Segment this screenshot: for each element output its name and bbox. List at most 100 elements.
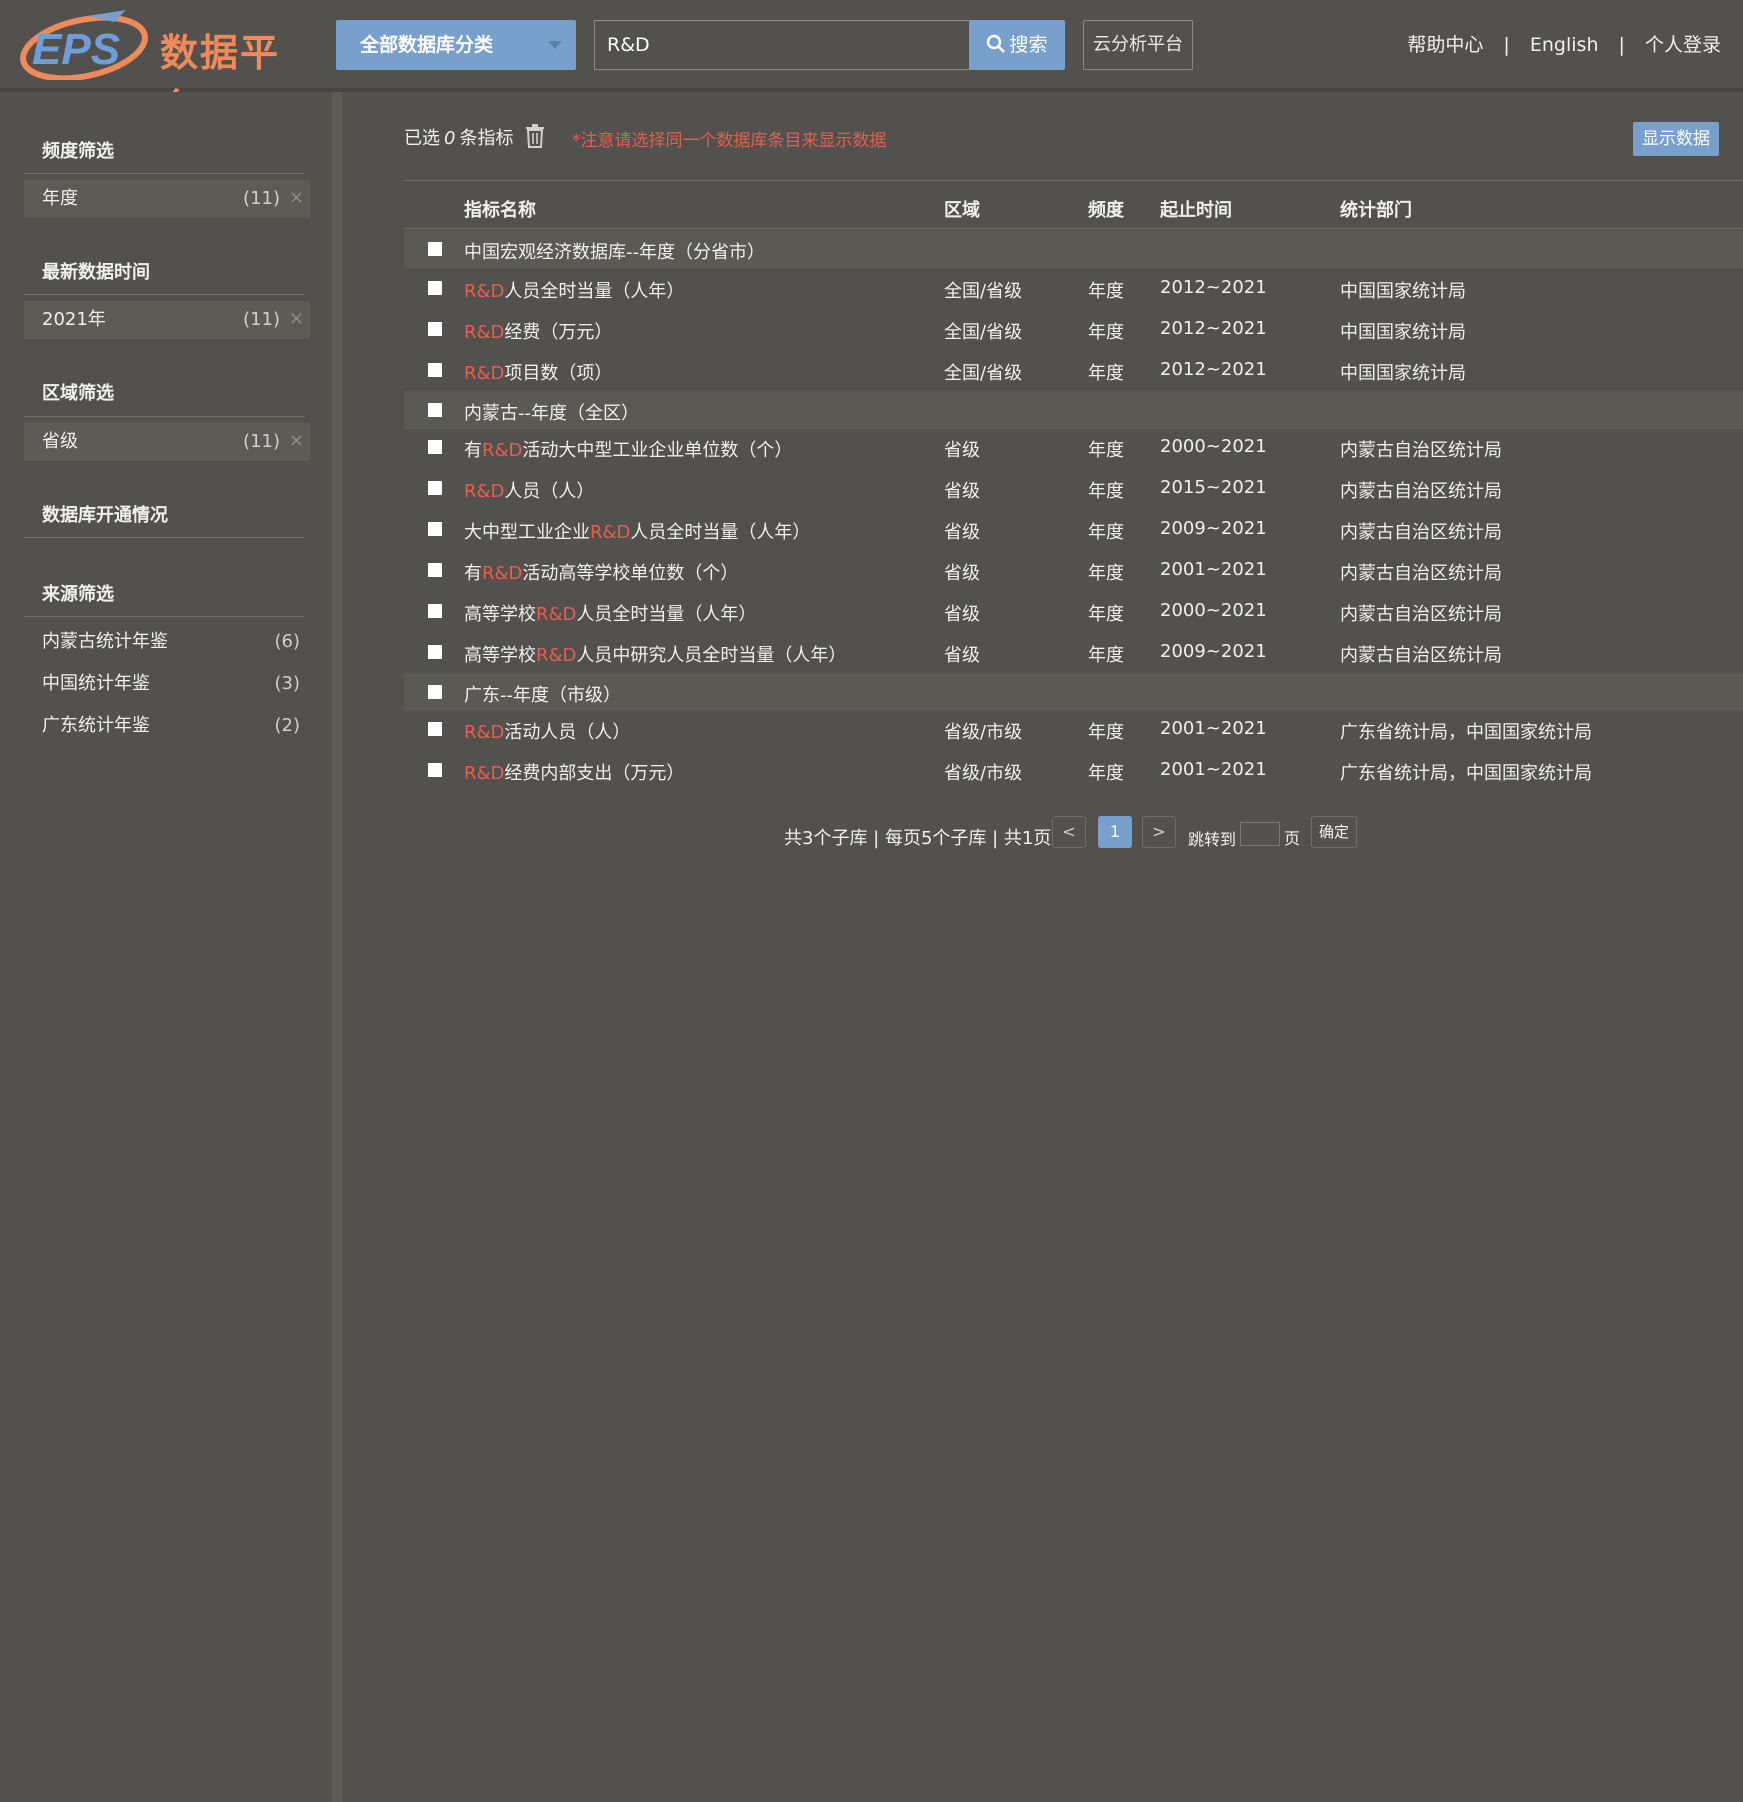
top-links: 帮助中心 | English | 个人登录 <box>1407 30 1721 57</box>
jump-confirm-button[interactable]: 确定 <box>1311 816 1357 848</box>
divider <box>24 616 304 617</box>
current-page-button[interactable]: 1 <box>1098 816 1132 848</box>
divider <box>24 537 304 538</box>
row-checkbox[interactable] <box>428 522 442 536</box>
search-highlight: R&D <box>482 440 523 461</box>
row-checkbox[interactable] <box>428 322 442 336</box>
indicator-name[interactable]: 高等学校R&D人员全时当量（人年） <box>464 600 756 626</box>
source-label: 内蒙古统计年鉴 <box>42 631 168 652</box>
period-cell: 2012~2021 <box>1160 277 1267 298</box>
region-cell: 省级 <box>944 481 980 502</box>
table-row[interactable]: 大中型工业企业R&D人员全时当量（人年） 省级 年度 2009~2021 内蒙古自治区统… <box>404 509 1743 549</box>
show-data-button[interactable]: 显示数据 <box>1633 122 1719 156</box>
source-item[interactable]: 内蒙古统计年鉴 (6) <box>42 624 300 660</box>
column-header-region: 区域 <box>944 200 980 221</box>
table-row[interactable]: R&D经费（万元） 全国/省级 年度 2012~2021 中国国家统计局 <box>404 309 1743 349</box>
close-icon[interactable]: × <box>289 301 304 337</box>
latest-time-title: 最新数据时间 <box>42 262 150 283</box>
search-highlight: R&D <box>482 563 523 584</box>
indicator-name[interactable]: R&D人员（人） <box>464 477 594 503</box>
search-button[interactable]: 搜索 <box>969 20 1065 70</box>
group-row[interactable]: 中国宏观经济数据库--年度（分省市） <box>404 230 1743 268</box>
row-checkbox[interactable] <box>428 645 442 659</box>
page-jump-input[interactable] <box>1240 822 1280 846</box>
close-icon[interactable]: × <box>289 180 304 216</box>
selected-prefix: 已选 <box>404 128 440 149</box>
column-header-name: 指标名称 <box>464 200 536 221</box>
jump-label: 跳转到 <box>1188 830 1237 849</box>
divider <box>404 228 1743 229</box>
category-dropdown[interactable]: 全部数据库分类 <box>336 20 576 70</box>
table-row[interactable]: 高等学校R&D人员全时当量（人年） 省级 年度 2000~2021 内蒙古自治区统计局 <box>404 591 1743 631</box>
search-input[interactable]: R&D <box>594 20 970 70</box>
group-checkbox[interactable] <box>428 403 442 417</box>
row-checkbox[interactable] <box>428 481 442 495</box>
row-checkbox[interactable] <box>428 722 442 736</box>
database-access-title[interactable]: 数据库开通情况 <box>42 501 168 527</box>
pagination-summary: 共3个子库 | 每页5个子库 | 共1页 <box>784 828 1052 849</box>
trash-icon[interactable] <box>525 124 545 148</box>
sidebar-divider <box>332 92 342 1802</box>
source-item[interactable]: 中国统计年鉴 (3) <box>42 666 300 702</box>
row-checkbox[interactable] <box>428 440 442 454</box>
search-highlight: R&D <box>464 281 505 302</box>
period-cell: 2001~2021 <box>1160 759 1267 780</box>
help-center-link[interactable]: 帮助中心 <box>1407 30 1483 57</box>
row-checkbox[interactable] <box>428 563 442 577</box>
search-button-label: 搜索 <box>1009 34 1048 56</box>
group-checkbox[interactable] <box>428 242 442 256</box>
table-row[interactable]: R&D人员全时当量（人年） 全国/省级 年度 2012~2021 中国国家统计局 <box>404 268 1743 308</box>
table-row[interactable]: R&D项目数（项） 全国/省级 年度 2012~2021 中国国家统计局 <box>404 350 1743 390</box>
row-checkbox[interactable] <box>428 281 442 295</box>
period-cell: 2001~2021 <box>1160 559 1267 580</box>
table-row[interactable]: R&D活动人员（人） 省级/市级 年度 2001~2021 广东省统计局，中国国家统计局 <box>404 709 1743 749</box>
next-page-button[interactable]: > <box>1142 816 1176 848</box>
region-cell: 省级 <box>944 645 980 666</box>
indicator-name[interactable]: 高等学校R&D人员中研究人员全时当量（人年） <box>464 641 846 667</box>
search-highlight: R&D <box>536 645 577 666</box>
group-row[interactable]: 内蒙古--年度（全区） <box>404 391 1743 429</box>
table-row[interactable]: 有R&D活动高等学校单位数（个） 省级 年度 2001~2021 内蒙古自治区统计局 <box>404 550 1743 590</box>
chevron-down-icon <box>548 41 562 49</box>
table-row[interactable]: R&D人员（人） 省级 年度 2015~2021 内蒙古自治区统计局 <box>404 468 1743 508</box>
source-item[interactable]: 广东统计年鉴 (2) <box>42 708 300 744</box>
table-row[interactable]: 有R&D活动大中型工业企业单位数（个） 省级 年度 2000~2021 内蒙古自治区统计… <box>404 427 1743 467</box>
login-link[interactable]: 个人登录 <box>1645 30 1721 57</box>
name-prefix: 有 <box>464 563 482 584</box>
indicator-name[interactable]: R&D项目数（项） <box>464 359 612 385</box>
indicator-name[interactable]: 有R&D活动高等学校单位数（个） <box>464 559 738 585</box>
source-label: 中国统计年鉴 <box>42 673 150 694</box>
row-checkbox[interactable] <box>428 604 442 618</box>
latest-time-chip[interactable]: 2021年 (11) × <box>24 301 310 339</box>
eps-logo[interactable]: EPS 数据平台 <box>18 8 298 130</box>
english-link[interactable]: English <box>1530 34 1599 56</box>
cloud-analysis-button[interactable]: 云分析平台 <box>1083 20 1193 70</box>
source-filter-title: 来源筛选 <box>42 584 114 605</box>
prev-page-button[interactable]: < <box>1052 816 1086 848</box>
indicator-name[interactable]: 大中型工业企业R&D人员全时当量（人年） <box>464 518 810 544</box>
eps-logo-letters: EPS <box>32 25 120 74</box>
group-checkbox[interactable] <box>428 685 442 699</box>
table-row[interactable]: 高等学校R&D人员中研究人员全时当量（人年） 省级 年度 2009~2021 内蒙古自治… <box>404 632 1743 672</box>
indicator-name[interactable]: 有R&D活动大中型工业企业单位数（个） <box>464 436 792 462</box>
department-cell: 广东省统计局，中国国家统计局 <box>1340 722 1592 743</box>
indicator-name[interactable]: R&D经费内部支出（万元） <box>464 759 684 785</box>
search-highlight: R&D <box>464 322 505 343</box>
region-cell: 省级 <box>944 522 980 543</box>
region-filter-chip[interactable]: 省级 (11) × <box>24 423 310 461</box>
row-checkbox[interactable] <box>428 763 442 777</box>
department-cell: 广东省统计局，中国国家统计局 <box>1340 763 1592 784</box>
indicator-name[interactable]: R&D人员全时当量（人年） <box>464 277 684 303</box>
table-row[interactable]: R&D经费内部支出（万元） 省级/市级 年度 2001~2021 广东省统计局，中国国家… <box>404 750 1743 790</box>
column-header-department: 统计部门 <box>1340 200 1412 221</box>
period-cell: 2015~2021 <box>1160 477 1267 498</box>
department-cell: 内蒙古自治区统计局 <box>1340 645 1502 666</box>
close-icon[interactable]: × <box>289 423 304 459</box>
indicator-name[interactable]: R&D活动人员（人） <box>464 718 630 744</box>
group-row[interactable]: 广东--年度（市级） <box>404 673 1743 711</box>
row-checkbox[interactable] <box>428 363 442 377</box>
frequency-filter-chip[interactable]: 年度 (11) × <box>24 180 310 218</box>
frequency-cell: 年度 <box>1088 522 1124 543</box>
search-highlight: R&D <box>464 363 505 384</box>
indicator-name[interactable]: R&D经费（万元） <box>464 318 612 344</box>
